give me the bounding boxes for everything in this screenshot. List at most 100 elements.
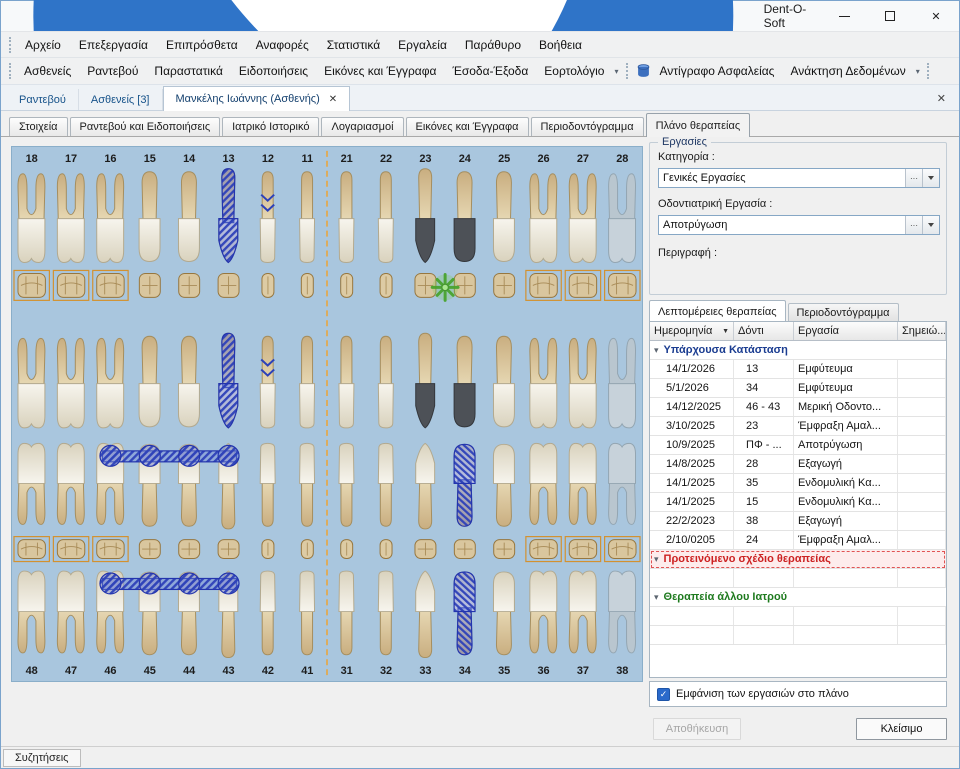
tooth-26[interactable] xyxy=(530,174,557,263)
checkbox-icon[interactable]: ✓ xyxy=(657,688,670,701)
tooth-31[interactable] xyxy=(339,571,354,655)
toolbar-item-0[interactable]: Ασθενείς xyxy=(16,60,79,82)
tooth-35[interactable] xyxy=(493,572,514,655)
tooth-48[interactable] xyxy=(18,443,45,524)
tooth-38[interactable] xyxy=(609,571,636,653)
sub-tab-3[interactable]: Λογαριασμοί xyxy=(321,117,403,137)
tooth-34[interactable] xyxy=(454,572,475,655)
tooth-34[interactable] xyxy=(454,444,475,526)
treatment-row[interactable]: 10/9/2025ΠΦ - ...Αποτρύγωση xyxy=(650,436,946,455)
tooth-14[interactable] xyxy=(178,336,199,427)
tooth-38-occlusal-icon[interactable] xyxy=(605,537,640,562)
toolbar-backup-item-0[interactable]: Αντίγραφο Ασφαλείας xyxy=(652,60,783,82)
sub-tab-5[interactable]: Περιοδοντόγραμμα xyxy=(531,117,644,137)
tooth-48[interactable] xyxy=(18,571,45,653)
tooth-12[interactable] xyxy=(260,336,275,428)
tooth-47-occlusal-icon[interactable] xyxy=(53,537,88,562)
tooth-17-occlusal-icon[interactable] xyxy=(53,270,88,300)
tooth-47[interactable] xyxy=(57,443,84,524)
category-dropdown-button[interactable] xyxy=(922,169,939,187)
sub-tab-0[interactable]: Στοιχεία xyxy=(9,117,68,137)
tooth-26[interactable] xyxy=(530,338,557,428)
category-combo[interactable]: Γενικές Εργασίες ··· xyxy=(658,168,940,188)
column-header-0[interactable]: Ημερομηνία▼ xyxy=(650,322,734,340)
tooth-36-occlusal-icon[interactable] xyxy=(526,537,561,562)
tooth-35[interactable] xyxy=(493,444,514,526)
treatment-row[interactable]: 2/10/020524Έμφραξη Αμαλ... xyxy=(650,531,946,550)
treatment-row[interactable]: 14/12/202546 - 43Μερική Οδοντο... xyxy=(650,398,946,417)
tooth-22-occlusal-icon[interactable] xyxy=(380,273,392,297)
column-header-1[interactable]: Δόντι xyxy=(734,322,794,340)
close-button[interactable]: ✕ xyxy=(913,1,959,31)
menu-item-1[interactable]: Επεξεργασία xyxy=(70,34,157,56)
tooth-43-occlusal-icon[interactable] xyxy=(218,540,239,559)
treatment-row[interactable]: 14/1/202535Ενδομυλική Κα... xyxy=(650,474,946,493)
expand-icon[interactable]: ▾ xyxy=(654,345,659,356)
dental-chart-svg[interactable]: 1817161514131211212223242526272848474645… xyxy=(12,147,642,681)
sub-tab-6[interactable]: Πλάνο θεραπείας xyxy=(646,113,751,137)
tooth-42[interactable] xyxy=(260,443,275,526)
tooth-32[interactable] xyxy=(378,571,393,655)
menu-item-7[interactable]: Βοήθεια xyxy=(530,34,591,56)
tooth-28[interactable] xyxy=(609,174,636,263)
tooth-21-occlusal-icon[interactable] xyxy=(341,273,353,297)
dental-chart[interactable]: 1817161514131211212223242526272848474645… xyxy=(11,146,643,682)
toolbar-grip-handle-2[interactable] xyxy=(626,63,628,79)
tooth-32-occlusal-icon[interactable] xyxy=(380,540,392,559)
tooth-15[interactable] xyxy=(139,172,160,262)
column-header-2[interactable]: Εργασία xyxy=(794,322,898,340)
tooth-28-occlusal-icon[interactable] xyxy=(605,270,640,300)
treatment-row[interactable]: 14/8/202528Εξαγωγή xyxy=(650,455,946,474)
tooth-24[interactable] xyxy=(454,172,475,262)
tooth-25-occlusal-icon[interactable] xyxy=(494,273,515,297)
tooth-34-occlusal-icon[interactable] xyxy=(454,540,475,559)
dental-work-combo[interactable]: Αποτρύγωση ··· xyxy=(658,215,940,235)
tooth-21[interactable] xyxy=(339,336,354,428)
discussions-dock-tab[interactable]: Συζητήσεις xyxy=(3,749,81,767)
tooth-33[interactable] xyxy=(416,443,435,529)
tooth-15-occlusal-icon[interactable] xyxy=(139,273,160,297)
tooth-35-occlusal-icon[interactable] xyxy=(494,540,515,559)
sub-tab-2[interactable]: Ιατρικό Ιστορικό xyxy=(222,117,319,137)
toolbar-overflow-icon-2[interactable]: ▾ xyxy=(914,67,922,76)
close-page-button[interactable]: Κλείσιμο xyxy=(856,718,947,740)
treatment-row[interactable]: 14/1/202613Εμφύτευμα xyxy=(650,360,946,379)
tooth-12-occlusal-icon[interactable] xyxy=(262,273,274,297)
tooth-15[interactable] xyxy=(139,336,160,427)
tooth-37[interactable] xyxy=(569,571,596,653)
tooth-17[interactable] xyxy=(57,174,84,263)
group-row-other[interactable]: ▾Θεραπεία άλλου Ιατρού xyxy=(650,588,946,607)
sub-tab-4[interactable]: Εικόνες και Έγγραφα xyxy=(406,117,529,137)
toolbar-item-3[interactable]: Ειδοποιήσεις xyxy=(231,60,316,82)
menubar-grip-handle[interactable] xyxy=(9,37,11,53)
menu-item-4[interactable]: Στατιστικά xyxy=(318,34,389,56)
panel-tab-1[interactable]: Περιοδοντόγραμμα xyxy=(788,303,899,321)
tooth-26-occlusal-icon[interactable] xyxy=(526,270,561,300)
tooth-16[interactable] xyxy=(97,338,124,428)
category-ellipsis-button[interactable]: ··· xyxy=(905,169,922,187)
menu-item-3[interactable]: Αναφορές xyxy=(247,34,318,56)
tooth-17[interactable] xyxy=(57,338,84,428)
tooth-18-occlusal-icon[interactable] xyxy=(14,270,49,300)
toolbar-overflow-icon[interactable]: ▾ xyxy=(612,67,620,76)
tooth-12[interactable] xyxy=(260,172,275,263)
tooth-14[interactable] xyxy=(178,172,199,262)
tooth-18[interactable] xyxy=(18,174,45,263)
sub-tab-1[interactable]: Ραντεβού και Ειδοποιήσεις xyxy=(70,117,221,137)
toolbar-backup-item-1[interactable]: Ανάκτηση Δεδομένων xyxy=(782,60,913,82)
doc-tab-2[interactable]: Μανκέλης Ιωάννης (Ασθενής)✕ xyxy=(163,86,351,111)
toolbar-item-6[interactable]: Εορτολόγιο xyxy=(536,60,612,82)
tooth-45-occlusal-icon[interactable] xyxy=(139,540,160,559)
tooth-14-occlusal-icon[interactable] xyxy=(179,273,200,297)
tooth-47[interactable] xyxy=(57,571,84,653)
dental-work-ellipsis-button[interactable]: ··· xyxy=(905,216,922,234)
treatment-row[interactable] xyxy=(650,626,946,645)
tooth-42[interactable] xyxy=(260,571,275,655)
tooth-33[interactable] xyxy=(416,571,435,657)
tooth-13-occlusal-icon[interactable] xyxy=(218,273,239,297)
tooth-22[interactable] xyxy=(378,336,393,428)
tooth-16[interactable] xyxy=(97,174,124,263)
tooth-38[interactable] xyxy=(609,443,636,524)
menu-item-5[interactable]: Εργαλεία xyxy=(389,34,456,56)
tooth-25[interactable] xyxy=(493,172,514,262)
